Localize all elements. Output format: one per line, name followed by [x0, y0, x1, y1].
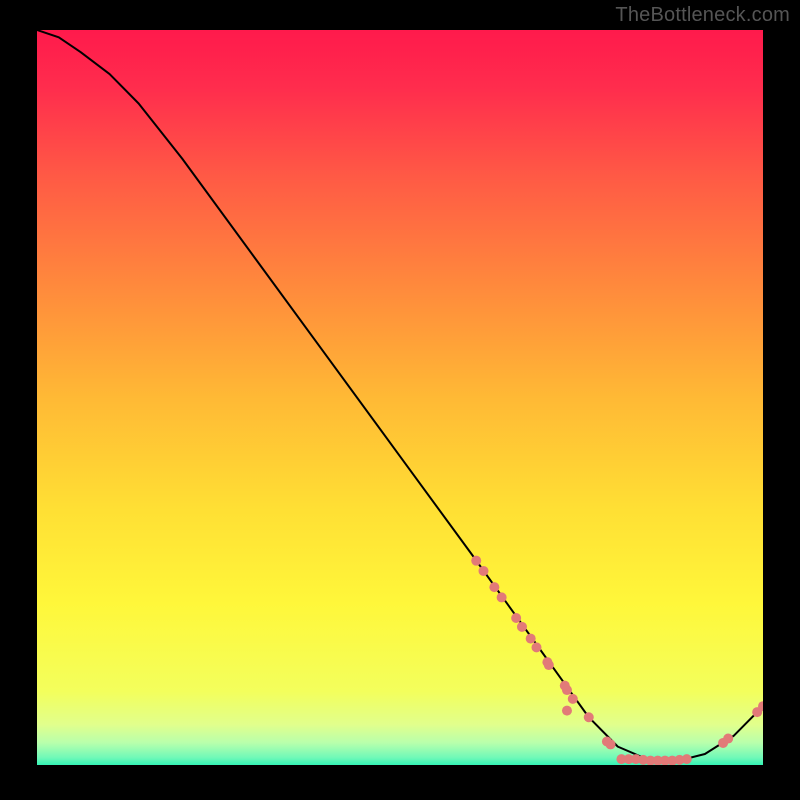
watermark-text: TheBottleneck.com — [615, 4, 790, 27]
data-point — [723, 734, 733, 744]
data-point — [584, 712, 594, 722]
gradient-background — [37, 30, 763, 765]
data-point — [471, 556, 481, 566]
data-point — [606, 739, 616, 749]
data-point — [511, 613, 521, 623]
chart-container: TheBottleneck.com — [0, 0, 800, 800]
data-point — [544, 660, 554, 670]
plot-area — [37, 30, 763, 765]
data-point — [562, 685, 572, 695]
data-point — [682, 754, 692, 764]
data-point — [489, 582, 499, 592]
data-point — [478, 566, 488, 576]
data-point — [526, 634, 536, 644]
data-point — [568, 694, 578, 704]
data-point — [562, 706, 572, 716]
chart-svg — [37, 30, 763, 765]
data-point — [517, 622, 527, 632]
data-point — [531, 642, 541, 652]
data-point — [497, 592, 507, 602]
